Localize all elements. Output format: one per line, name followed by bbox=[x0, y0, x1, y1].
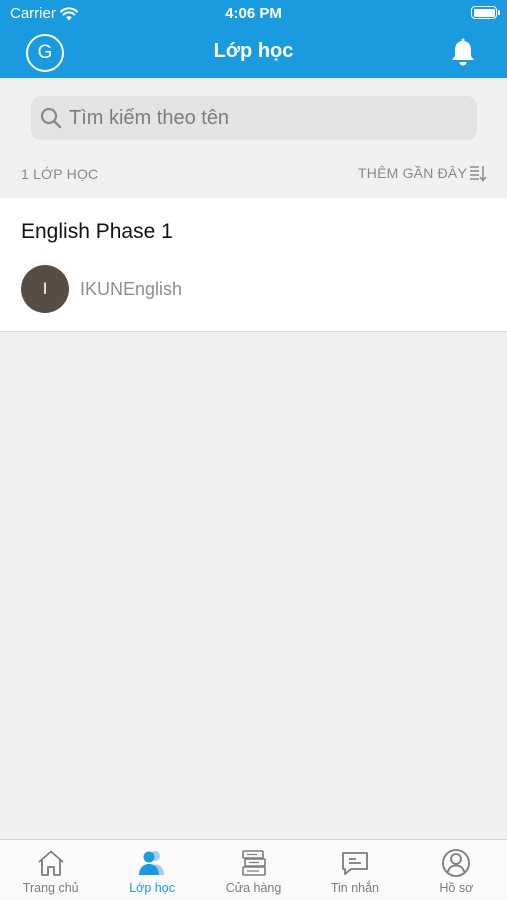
home-icon bbox=[38, 850, 64, 876]
tab-store[interactable]: Cửa hàng bbox=[203, 840, 304, 900]
profile-icon bbox=[442, 849, 471, 877]
tab-messages[interactable]: Tin nhắn bbox=[304, 840, 405, 900]
page-title: Lớp học bbox=[213, 40, 294, 62]
tab-messages-label: Tin nhắn bbox=[330, 881, 380, 895]
class-list-header: 1 LỚP HỌC THÊM GẦN ĐÂY bbox=[21, 164, 487, 184]
tab-home-label: Trang chủ bbox=[22, 881, 79, 895]
tab-bar: Trang chủ Lớp học Cửa hàng Tin nhắn Hồ s… bbox=[0, 839, 507, 900]
tab-classes[interactable]: Lớp học bbox=[101, 840, 202, 900]
class-card[interactable]: English Phase 1 I IKUNEnglish bbox=[0, 198, 507, 332]
tab-profile-label: Hồ sơ bbox=[439, 881, 474, 895]
sort-button[interactable]: THÊM GẦN ĐÂY bbox=[358, 164, 487, 182]
bell-icon bbox=[452, 38, 474, 66]
class-count-label: 1 LỚP HỌC bbox=[21, 166, 99, 182]
top-bar: Carrier 4:06 PM G Lớp học bbox=[0, 0, 507, 78]
tab-classes-label: Lớp học bbox=[129, 881, 175, 895]
search-input[interactable] bbox=[69, 106, 449, 130]
sort-label: THÊM GẦN ĐÂY bbox=[358, 165, 467, 181]
battery-icon bbox=[471, 6, 500, 19]
search-icon bbox=[40, 107, 62, 129]
app-screen: Carrier 4:06 PM G Lớp học Tìm kiếm theo … bbox=[0, 0, 507, 900]
status-time: 4:06 PM bbox=[225, 5, 282, 22]
tab-profile[interactable]: Hồ sơ bbox=[406, 840, 507, 900]
status-bar: Carrier 4:06 PM bbox=[0, 0, 507, 28]
sort-icon bbox=[470, 166, 487, 182]
search-bar[interactable] bbox=[31, 96, 477, 140]
owner-avatar-initial: I bbox=[42, 279, 48, 298]
owner-avatar: I bbox=[21, 265, 69, 313]
class-name: English Phase 1 bbox=[21, 220, 173, 243]
class-icon bbox=[139, 851, 165, 875]
store-icon bbox=[241, 850, 266, 876]
tab-store-label: Cửa hàng bbox=[225, 881, 282, 895]
notifications-button[interactable] bbox=[449, 38, 477, 68]
message-icon bbox=[342, 852, 368, 875]
owner-name: IKUNEnglish bbox=[80, 279, 183, 299]
tab-home[interactable]: Trang chủ bbox=[0, 840, 101, 900]
